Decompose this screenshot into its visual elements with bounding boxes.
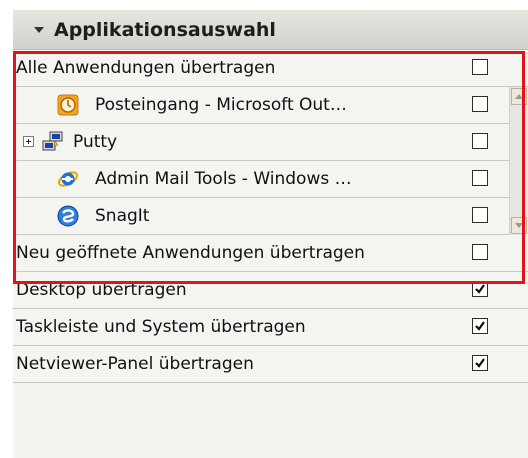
option-label: Taskleiste und System übertragen: [16, 317, 306, 337]
option-row[interactable]: Taskleiste und System übertragen: [13, 309, 528, 346]
panel-header[interactable]: Applikationsauswahl: [13, 10, 528, 50]
option-checkbox[interactable]: [472, 318, 488, 334]
checkmark-icon: [475, 358, 485, 368]
app-checkbox[interactable]: [472, 170, 488, 186]
option-label: Neu geöffnete Anwendungen übertragen: [16, 243, 365, 263]
option-checkbox[interactable]: [472, 244, 488, 260]
app-checkbox[interactable]: [472, 133, 488, 149]
all-apps-label: Alle Anwendungen übertragen: [16, 58, 276, 78]
app-checkbox[interactable]: [472, 207, 488, 223]
option-row[interactable]: Neu geöffnete Anwendungen übertragen: [13, 235, 528, 272]
all-apps-checkbox[interactable]: [472, 59, 488, 75]
app-label: Putty: [73, 132, 118, 152]
app-list-item[interactable]: Admin Mail Tools - Windows …: [13, 161, 509, 198]
app-checkbox[interactable]: [472, 96, 488, 112]
internet-explorer-icon: [57, 168, 79, 190]
scroll-up-button[interactable]: [511, 88, 527, 105]
all-apps-row[interactable]: Alle Anwendungen übertragen: [13, 50, 528, 87]
app-list-scrollbar[interactable]: [509, 87, 528, 235]
option-row[interactable]: Desktop übertragen: [13, 272, 528, 309]
checkmark-icon: [475, 321, 485, 331]
expand-plus-icon[interactable]: [23, 136, 34, 147]
scroll-down-button[interactable]: [511, 217, 527, 234]
app-list-item[interactable]: Posteingang - Microsoft Out…: [13, 87, 509, 124]
outlook-icon: [57, 94, 79, 116]
option-checkbox[interactable]: [472, 355, 488, 371]
option-checkbox[interactable]: [472, 281, 488, 297]
option-label: Netviewer-Panel übertragen: [16, 354, 254, 374]
app-label: Posteingang - Microsoft Out…: [95, 95, 347, 115]
checkmark-icon: [475, 284, 485, 294]
panel-title: Applikationsauswahl: [54, 18, 276, 41]
app-label: SnagIt: [95, 206, 150, 226]
putty-icon: [42, 131, 64, 153]
option-label: Desktop übertragen: [16, 280, 187, 300]
snagit-icon: [57, 205, 79, 227]
chevron-down-icon[interactable]: [33, 24, 45, 36]
app-list-item[interactable]: SnagIt: [13, 198, 509, 235]
app-list-item[interactable]: Putty: [13, 124, 509, 161]
app-label: Admin Mail Tools - Windows …: [95, 169, 352, 189]
application-selection-panel: Applikationsauswahl Alle Anwendungen übe…: [13, 10, 528, 458]
option-row[interactable]: Netviewer-Panel übertragen: [13, 346, 528, 383]
